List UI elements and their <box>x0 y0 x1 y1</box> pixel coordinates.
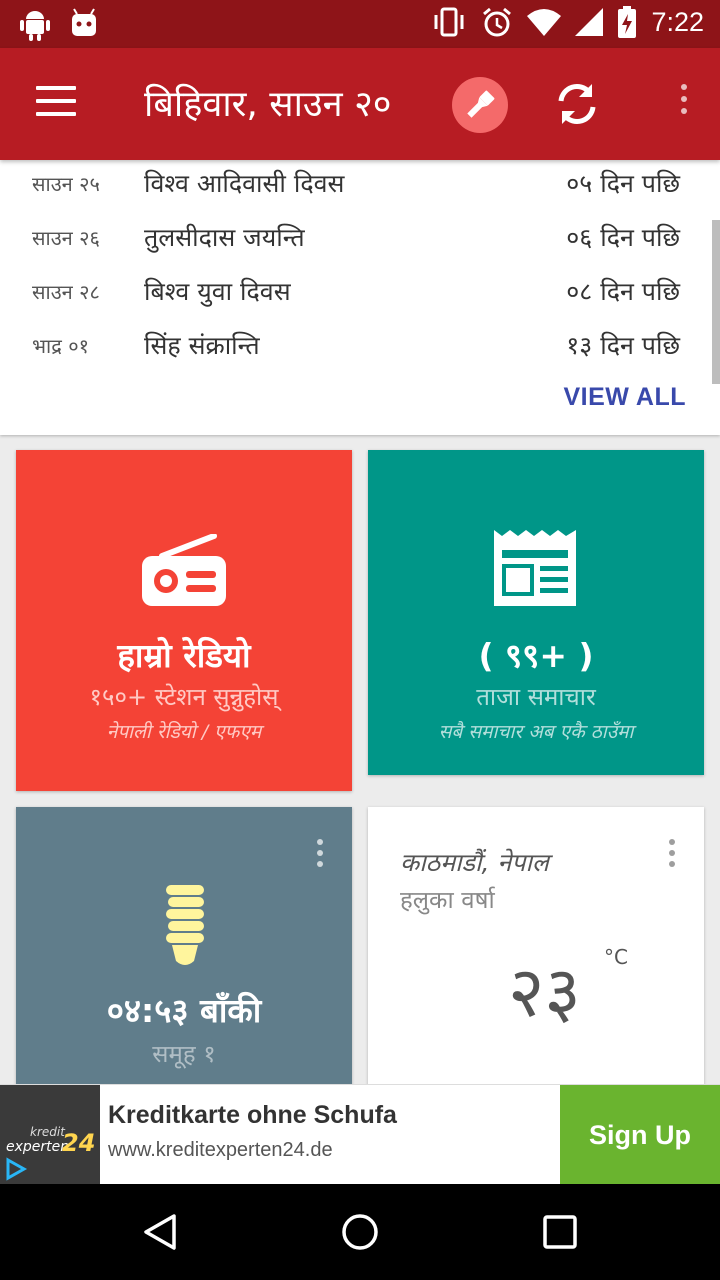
radio-icon <box>142 534 226 606</box>
bulb-icon <box>166 885 204 965</box>
newspaper-icon <box>494 530 576 606</box>
radio-subtitle: १५०+ स्टेशन सुन्नुहोस् <box>89 683 279 711</box>
torch-button[interactable] <box>452 77 508 133</box>
adchoices-icon[interactable] <box>4 1157 28 1181</box>
weather-unit: °C <box>604 945 628 969</box>
scrollbar[interactable] <box>712 220 720 384</box>
event-name: सिंह संक्रान्ति <box>144 331 260 360</box>
wifi-icon <box>527 9 562 36</box>
event-row[interactable]: साउन २५ विश्व आदिवासी दिवस ०५ दिन पछि <box>0 162 720 216</box>
refresh-button[interactable] <box>552 76 602 132</box>
ad-logo: kredit experten 24 <box>0 1085 100 1185</box>
event-row[interactable]: साउन २६ तुलसीदास जयन्ति ०६ दिन पछि <box>0 216 720 270</box>
event-row[interactable]: भाद्र ०१ सिंह संक्रान्ति १३ दिन पछि <box>0 324 720 378</box>
event-days-left: ०५ दिन पछि <box>566 169 680 198</box>
weather-tile[interactable]: काठमाडौं, नेपाल हलुका वर्षा २३ °C <box>368 807 704 1087</box>
android-icon <box>20 11 50 41</box>
weather-condition: हलुका वर्षा <box>400 886 495 914</box>
recents-icon <box>543 1215 577 1249</box>
page-title: बिहिवार, साउन २० <box>144 84 392 125</box>
ad-banner[interactable]: kredit experten 24 Kreditkarte ohne Schu… <box>0 1084 720 1185</box>
status-bar: 7:22 <box>0 0 720 48</box>
back-icon <box>144 1214 176 1250</box>
system-nav-bar <box>0 1184 720 1280</box>
view-all-button[interactable]: VIEW ALL <box>563 383 686 412</box>
signal-icon <box>575 8 604 36</box>
radio-note: नेपाली रेडियो / एफएम <box>106 721 262 743</box>
power-remaining: ०४:५३ बाँकी <box>106 991 262 1030</box>
battery-charging-icon <box>618 6 637 38</box>
ad-signup-button[interactable]: Sign Up <box>560 1085 720 1185</box>
event-row[interactable]: साउन २८ बिश्व युवा दिवस ०८ दिन पछि <box>0 270 720 324</box>
ad-logo-text: experten <box>6 1139 70 1155</box>
recents-button[interactable] <box>538 1210 582 1254</box>
upcoming-events-card: साउन २५ विश्व आदिवासी दिवस ०५ दिन पछि सा… <box>0 160 720 435</box>
alarm-icon <box>483 7 512 37</box>
tile-more-icon[interactable] <box>662 839 682 879</box>
status-time: 7:22 <box>651 6 704 37</box>
ad-headline[interactable]: Kreditkarte ohne Schufa <box>108 1101 397 1130</box>
vibrate-icon <box>434 7 464 37</box>
flashlight-icon <box>467 90 495 118</box>
power-group: समूह १ <box>152 1040 216 1068</box>
weather-city: काठमाडौं, नेपाल <box>400 848 549 877</box>
weather-temperature: २३ <box>508 951 581 1033</box>
loadshedding-tile[interactable]: ०४:५३ बाँकी समूह १ <box>16 807 352 1087</box>
menu-button[interactable] <box>36 86 76 122</box>
overflow-menu-icon[interactable] <box>672 84 696 128</box>
home-icon <box>342 1214 378 1250</box>
event-date: भाद्र ०१ <box>32 334 90 358</box>
radio-tile[interactable]: हाम्रो रेडियो १५०+ स्टेशन सुन्नुहोस् नेप… <box>16 450 352 791</box>
ad-logo-text: 24 <box>62 1129 96 1157</box>
event-name: विश्व आदिवासी दिवस <box>144 169 345 198</box>
app-notification-icon <box>72 8 96 36</box>
event-name: तुलसीदास जयन्ति <box>144 223 305 252</box>
event-days-left: ०६ दिन पछि <box>566 223 680 252</box>
event-days-left: ०८ दिन पछि <box>566 277 680 306</box>
news-tile[interactable]: ( ९९+ ) ताजा समाचार सबै समाचार अब एकै ठा… <box>368 450 704 775</box>
back-button[interactable] <box>138 1210 182 1254</box>
event-days-left: १३ दिन पछि <box>566 331 680 360</box>
ad-url[interactable]: www.kreditexperten24.de <box>108 1139 333 1162</box>
radio-title: हाम्रो रेडियो <box>117 636 251 675</box>
app-bar: बिहिवार, साउन २० <box>0 48 720 160</box>
ad-logo-text: kredit <box>30 1125 65 1139</box>
event-date: साउन २८ <box>32 280 100 304</box>
event-date: साउन २५ <box>32 172 100 196</box>
news-note: सबै समाचार अब एकै ठाउँमा <box>438 721 634 743</box>
home-button[interactable] <box>338 1210 382 1254</box>
news-count: ( ९९+ ) <box>478 636 594 675</box>
tile-more-icon[interactable] <box>310 839 330 879</box>
event-date: साउन २६ <box>32 226 100 250</box>
news-subtitle: ताजा समाचार <box>476 683 596 711</box>
event-name: बिश्व युवा दिवस <box>144 277 291 306</box>
refresh-icon <box>558 84 596 124</box>
